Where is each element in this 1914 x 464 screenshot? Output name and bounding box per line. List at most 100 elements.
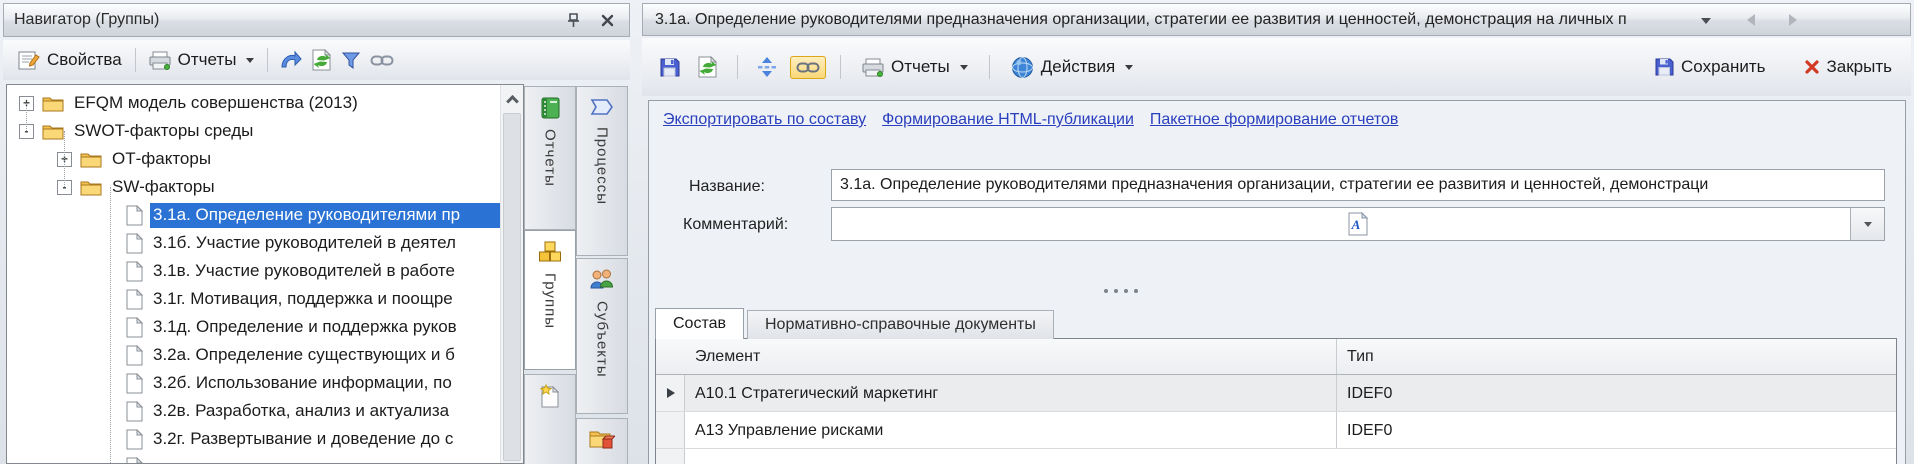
vtab-processes[interactable]: Процессы — [576, 86, 628, 256]
comment-dropdown-button[interactable] — [1850, 208, 1884, 240]
tree-item-label: 3.1в. Участие руководителей в работе — [150, 259, 460, 284]
tree-scrollbar[interactable] — [500, 85, 523, 463]
splitter-dot — [1124, 289, 1128, 293]
tree-guide-line — [26, 103, 27, 131]
cell-element[interactable]: А10.1 Стратегический маркетинг — [685, 375, 1337, 411]
document-title[interactable]: 3.1а. Определение руководителями предназ… — [655, 11, 1680, 29]
tree-item[interactable]: 3.1д. Определение и поддержка руков — [7, 313, 500, 341]
tree-item[interactable]: 3.2г. Развертывание и доведение до с — [7, 425, 500, 453]
editor-panel: 3.1а. Определение руководителями предназ… — [640, 0, 1914, 464]
tree-item[interactable]: - SWOT-факторы среды — [7, 117, 500, 145]
cell-type[interactable]: IDEF0 — [1337, 412, 1896, 448]
refresh-document-icon — [698, 56, 718, 78]
actions-label: Действия — [1041, 57, 1115, 77]
name-label: Название: — [689, 178, 765, 196]
tree-item-label: 3.2в. Разработка, анализ и актуализа — [150, 399, 454, 424]
toolbar-separator — [989, 55, 990, 79]
splitter-dot — [1134, 289, 1138, 293]
previous-tab-icon[interactable] — [1747, 14, 1755, 26]
editor-content: Экспортировать по составу Формирование H… — [648, 100, 1906, 464]
table-row[interactable]: А13 Управление рисками IDEF0 — [656, 412, 1896, 449]
tree-item[interactable]: 3.1б. Участие руководителей в деятел — [7, 229, 500, 257]
tree-item[interactable]: + EFQM модель совершенства (2013) — [7, 89, 500, 117]
save-commit-button[interactable]: Сохранить — [1647, 54, 1772, 80]
next-tab-icon[interactable] — [1789, 14, 1797, 26]
tree-item[interactable]: 3.1в. Участие руководителей в работе — [7, 257, 500, 285]
people-icon — [589, 268, 615, 292]
close-document-button[interactable]: Закрыть — [1797, 54, 1899, 80]
cell-type[interactable]: IDEF0 — [1337, 375, 1896, 411]
reports-button[interactable]: Отчеты — [855, 54, 975, 80]
vtab-groups[interactable]: Группы — [524, 230, 576, 370]
actions-button[interactable]: Действия — [1004, 53, 1140, 82]
save-button[interactable] — [654, 54, 685, 81]
indicator-header-cell — [656, 339, 685, 374]
tree-item-partial[interactable] — [7, 453, 500, 463]
tree-item-label: 3.1д. Определение и поддержка руков — [150, 315, 462, 340]
chevron-up-icon — [506, 94, 519, 107]
html-publication-link[interactable]: Формирование HTML-публикации — [882, 111, 1134, 129]
navigator-title: Навигатор (Группы) — [14, 11, 159, 29]
refresh-button[interactable] — [693, 53, 723, 81]
vtab-processes-label: Процессы — [594, 127, 611, 205]
row-arrow-icon — [667, 388, 675, 398]
splitter-handle[interactable] — [1104, 289, 1138, 293]
folder-icon — [42, 95, 64, 112]
notebook-icon — [538, 96, 562, 120]
document-icon — [126, 401, 143, 422]
tab-list-dropdown-icon[interactable] — [1701, 18, 1711, 24]
process-icon — [590, 96, 614, 118]
tree-guide-line — [64, 131, 65, 187]
export-by-structure-link[interactable]: Экспортировать по составу — [663, 111, 866, 129]
document-icon — [126, 289, 143, 310]
tree-item[interactable]: - SW-факторы — [7, 173, 500, 201]
vtab-subjects[interactable]: Субъекты — [576, 258, 628, 414]
chain-link-icon — [370, 54, 394, 67]
link-toggle-button[interactable] — [790, 56, 826, 79]
tree-item[interactable]: 3.1г. Мотивация, поддержка и поощре — [7, 285, 500, 313]
vtab-reports[interactable]: Отчеты — [524, 86, 576, 230]
toolbar-right-group: Сохранить Закрыть — [1647, 54, 1899, 80]
tree-item[interactable]: 3.2б. Использование информации, по — [7, 369, 500, 397]
comment-input[interactable]: A — [831, 207, 1885, 241]
column-header-type[interactable]: Тип — [1337, 339, 1896, 374]
pin-icon[interactable] — [561, 9, 585, 31]
properties-button[interactable]: Свойства — [11, 46, 129, 74]
tree-item[interactable]: 3.2в. Разработка, анализ и актуализа — [7, 397, 500, 425]
editor-toolbar: Отчеты Действия Сохранить Закрыть — [642, 38, 1911, 96]
tree-item-label: SW-факторы — [109, 175, 220, 200]
batch-reports-link[interactable]: Пакетное формирование отчетов — [1150, 111, 1399, 129]
refresh-button[interactable] — [307, 46, 337, 74]
document-icon — [126, 457, 143, 464]
vtab-folder-objects[interactable] — [576, 418, 628, 464]
document-icon — [126, 373, 143, 394]
vtab-new-document[interactable] — [524, 374, 576, 464]
table-row[interactable]: А10.1 Стратегический маркетинг IDEF0 — [656, 375, 1896, 412]
tree-item-label: 3.2г. Развертывание и доведение до с — [150, 427, 458, 452]
row-indicator — [656, 412, 685, 448]
go-to-button[interactable] — [274, 47, 307, 73]
tree-item[interactable]: + ОТ-факторы — [7, 145, 500, 173]
tree-item-label: 3.1а. Определение руководителями пр — [150, 203, 500, 228]
reports-label: Отчеты — [178, 50, 237, 70]
vtab-groups-label: Группы — [542, 273, 559, 329]
splitter-dot — [1114, 289, 1118, 293]
tree-item-label: EFQM модель совершенства (2013) — [71, 91, 363, 116]
filter-button[interactable] — [337, 49, 365, 72]
tab-reference-documents[interactable]: Нормативно-справочные документы — [747, 310, 1054, 339]
tree-item[interactable]: 3.2а. Определение существующих и б — [7, 341, 500, 369]
scrollbar-thumb[interactable] — [503, 113, 521, 461]
link-button[interactable] — [365, 51, 399, 70]
close-icon[interactable] — [595, 9, 619, 31]
fit-height-button[interactable] — [752, 53, 782, 81]
scroll-up-button[interactable] — [501, 85, 523, 111]
folder-cube-icon — [589, 428, 615, 452]
detail-tabs: Состав Нормативно-справочные документы — [655, 307, 1054, 339]
name-input[interactable]: 3.1а. Определение руководителями предназ… — [831, 169, 1885, 201]
tab-structure[interactable]: Состав — [655, 308, 744, 339]
column-header-element[interactable]: Элемент — [685, 339, 1337, 374]
cell-element[interactable]: А13 Управление рисками — [685, 412, 1337, 448]
tree-item-selected[interactable]: 3.1а. Определение руководителями пр — [7, 201, 500, 229]
reports-button[interactable]: Отчеты — [142, 47, 262, 73]
tree-guide-line — [110, 187, 111, 463]
